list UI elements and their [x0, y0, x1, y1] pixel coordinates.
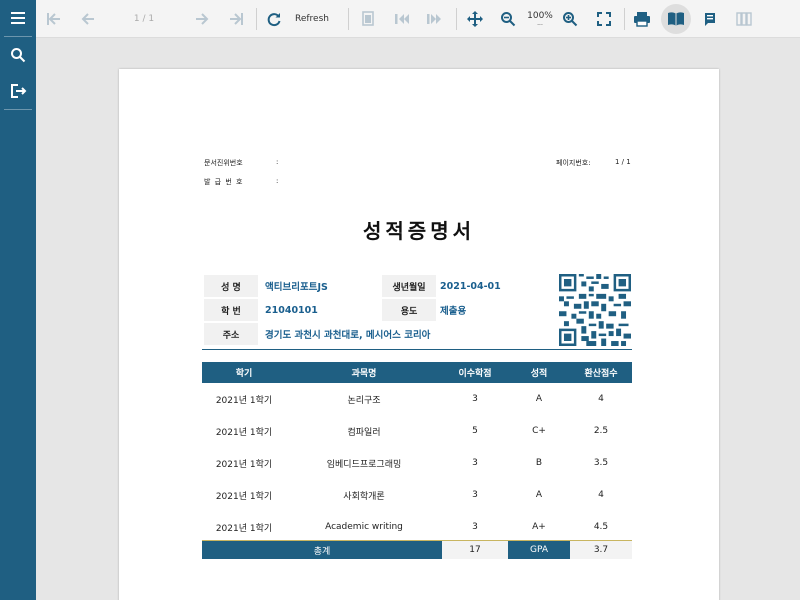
credits-cell: 3 [472, 522, 478, 532]
grade-cell: A [535, 490, 543, 500]
score-cell: 4 [598, 490, 604, 500]
column-header: 과목명 [351, 369, 377, 379]
grade-cell: A+ [532, 522, 546, 532]
doc-verify-label: 문서진위번호 [204, 159, 243, 167]
purpose-label: 용도 [382, 299, 436, 321]
semester-cell: 2021년 1학기 [215, 523, 273, 534]
info-divider [202, 349, 632, 350]
next-page-icon[interactable] [190, 5, 214, 33]
menu-icon[interactable] [0, 0, 36, 36]
address-label: 주소 [204, 323, 258, 345]
pan-move-icon[interactable] [463, 5, 487, 33]
page-no-value: 1 / 1 [615, 158, 631, 166]
gpa-value: 3.7 [570, 541, 632, 559]
previous-page-icon[interactable] [76, 5, 100, 33]
grade-cell: B [535, 458, 543, 468]
course-cell: 임베디드프로그래밍 [326, 459, 402, 470]
zoom-out-icon[interactable] [496, 5, 520, 33]
semester-cell: 2021년 1학기 [215, 427, 273, 438]
forward-icon[interactable] [422, 5, 446, 33]
course-cell: 컴파일러 [347, 427, 381, 438]
toolbar-divider [348, 8, 349, 30]
backward-icon[interactable] [390, 5, 414, 33]
column-header: 학기 [235, 369, 253, 379]
first-page-icon[interactable] [42, 5, 66, 33]
refresh-button[interactable]: Refresh [290, 5, 334, 33]
score-cell: 4.5 [593, 522, 609, 532]
continuous-view-icon[interactable] [698, 5, 722, 33]
credits-cell: 3 [472, 458, 478, 468]
semester-cell: 2021년 1학기 [215, 491, 273, 502]
birth-value: 2021-04-01 [440, 280, 501, 292]
name-value: 액티브리포트JS [265, 282, 328, 293]
issue-no-label: 발 급 번 호 [204, 178, 244, 186]
report-page: 문서진위번호 : 발 급 번 호 : 페이지번호: 1 / 1 성적증명서 성 … [119, 69, 719, 600]
toolbar-divider [624, 8, 625, 30]
grades-table: 학기 과목명 이수학점 성적 환산점수 2021년 1학기 논리구조 3 A 4… [202, 362, 632, 543]
total-credits: 17 [442, 541, 508, 559]
score-cell: 3.5 [593, 458, 609, 468]
page-no-label: 페이지번호: [556, 159, 591, 167]
score-cell: 4 [598, 394, 604, 404]
course-cell: Academic writing [325, 522, 403, 532]
column-header: 환산점수 [584, 369, 618, 379]
credits-cell: 3 [472, 490, 478, 500]
refresh-icon[interactable] [262, 5, 286, 33]
fullscreen-icon[interactable] [592, 5, 616, 33]
page-indicator[interactable]: 1 / 1 [114, 5, 174, 33]
single-page-view-icon[interactable] [661, 4, 691, 34]
table-header-row: 학기 과목명 이수학점 성적 환산점수 [202, 362, 632, 383]
semester-cell: 2021년 1학기 [215, 395, 273, 406]
zoom-level[interactable]: 100% ... [526, 5, 554, 33]
doc-verify-colon: : [276, 158, 279, 166]
toolbar-divider [456, 8, 457, 30]
total-label: 총계 [202, 541, 442, 559]
toolbar: 1 / 1 Refresh 100% ... [36, 0, 800, 38]
issue-no-colon: : [276, 177, 279, 185]
column-header: 성적 [530, 369, 548, 379]
table-row: 2021년 1학기 Academic writing 3 A+ 4.5 [202, 511, 632, 543]
grade-cell: C+ [532, 426, 546, 436]
table-row: 2021년 1학기 사회학개론 3 A 4 [202, 479, 632, 511]
name-label: 성 명 [204, 275, 258, 297]
gpa-label: GPA [508, 541, 570, 559]
zoom-dropdown[interactable]: ... [537, 21, 543, 27]
credits-cell: 5 [472, 426, 478, 436]
sidebar [0, 0, 36, 600]
purpose-value: 제출용 [440, 306, 467, 317]
address-value: 경기도 과천시 과천대로, 메시어스 코리아 [265, 330, 431, 341]
table-row: 2021년 1학기 컴파일러 5 C+ 2.5 [202, 415, 632, 447]
last-page-icon[interactable] [224, 5, 248, 33]
print-icon[interactable] [630, 5, 654, 33]
search-icon[interactable] [0, 37, 36, 73]
credits-cell: 3 [472, 394, 478, 404]
score-cell: 2.5 [593, 426, 609, 436]
qr-code-icon [559, 274, 631, 346]
galley-mode-icon[interactable] [356, 5, 380, 33]
course-cell: 사회학개론 [343, 491, 385, 502]
semester-cell: 2021년 1학기 [215, 459, 273, 470]
table-row: 2021년 1학기 논리구조 3 A 4 [202, 383, 632, 415]
grade-cell: A [535, 394, 543, 404]
toolbar-divider [256, 8, 257, 30]
zoom-in-icon[interactable] [558, 5, 582, 33]
sidebar-divider [4, 109, 32, 110]
student-id-label: 학 번 [204, 299, 258, 321]
column-header: 이수학점 [458, 369, 492, 379]
multi-page-view-icon[interactable] [732, 5, 756, 33]
export-icon[interactable] [0, 73, 36, 109]
student-id-value: 21040101 [265, 304, 318, 316]
table-row: 2021년 1학기 임베디드프로그래밍 3 B 3.5 [202, 447, 632, 479]
document-title: 성적증명서 [363, 219, 475, 243]
birth-label: 생년월일 [382, 275, 436, 297]
course-cell: 논리구조 [347, 395, 381, 406]
total-row: 총계 17 GPA 3.7 [202, 540, 632, 559]
